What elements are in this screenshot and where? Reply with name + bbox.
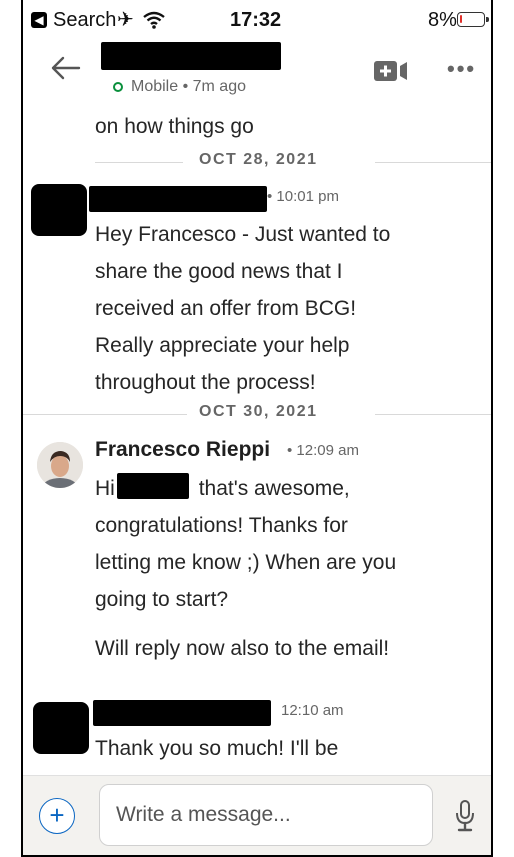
message-text: Hi that's awesome, congratulations! Than… [95, 470, 475, 667]
message-line: share the good news that I [95, 260, 343, 283]
back-app-icon[interactable]: ◀ [31, 12, 47, 28]
message: Francesco Rieppi • 12:09 am Hi that's aw… [23, 438, 491, 678]
message-line: Really appreciate your help [95, 334, 350, 357]
presence-status: Mobile • 7m ago [113, 78, 246, 96]
message-line: throughout the process! [95, 371, 316, 394]
date-separator: OCT 28, 2021 [23, 148, 491, 176]
message-timestamp: 12:10 am [281, 702, 344, 719]
avatar[interactable] [37, 442, 83, 488]
presence-text: Mobile • 7m ago [131, 78, 246, 95]
online-dot-icon [113, 82, 123, 92]
wifi-icon [143, 11, 165, 29]
message-input[interactable] [99, 784, 433, 846]
back-app-label[interactable]: Search [53, 9, 116, 32]
clock: 17:32 [230, 9, 282, 31]
airplane-icon: ✈ [117, 9, 134, 31]
phone-screen: ◀ Search ✈ 17:32 8% Mobile • 7m ago ••• … [21, 0, 493, 857]
video-call-icon[interactable] [373, 60, 409, 82]
date-label: OCT 28, 2021 [199, 151, 318, 168]
message-line: congratulations! Thanks for [95, 514, 348, 537]
greeting-continuation: that's awesome, [198, 477, 350, 500]
message-timestamp: • 10:01 pm [267, 188, 339, 205]
battery-level [460, 15, 462, 23]
message-timestamp: • 12:09 am [287, 442, 359, 459]
more-options-icon[interactable]: ••• [447, 56, 476, 82]
message-line: letting me know ;) When are you [95, 551, 397, 574]
contact-name-redacted[interactable] [101, 42, 281, 70]
date-label: OCT 30, 2021 [199, 403, 318, 420]
message: 12:10 am Thank you so much! I'll be [23, 698, 491, 775]
avatar-redacted[interactable] [33, 702, 89, 754]
back-arrow-icon[interactable] [47, 50, 83, 86]
sender-name[interactable]: Francesco Rieppi [95, 438, 270, 462]
sender-name-redacted[interactable] [89, 186, 267, 212]
add-attachment-button[interactable]: + [39, 798, 75, 834]
message-line: Will reply now also to the email! [95, 637, 390, 660]
sender-name-redacted[interactable] [93, 700, 271, 726]
recipient-name-redacted [116, 473, 189, 499]
conversation-header: Mobile • 7m ago ••• [23, 40, 491, 104]
message-line: Hey Francesco - Just wanted to [95, 223, 391, 246]
message-text: Thank you so much! I'll be [95, 730, 475, 767]
message-line: received an offer from BCG! [95, 297, 357, 320]
status-bar: ◀ Search ✈ 17:32 8% [23, 0, 491, 40]
battery-icon [457, 12, 489, 27]
avatar-redacted[interactable] [31, 184, 87, 236]
battery-percent: 8% [428, 9, 457, 31]
message: • 10:01 pm Hey Francesco - Just wanted t… [23, 184, 491, 414]
message-text: Hey Francesco - Just wanted to share the… [95, 216, 475, 401]
message-feed[interactable]: on how things go OCT 28, 2021 • 10:01 pm… [23, 104, 491, 775]
greeting: Hi [95, 477, 115, 500]
message-line: Hi that's awesome, [95, 470, 475, 507]
message-line: Thank you so much! I'll be [95, 737, 339, 760]
message-composer: + [23, 775, 491, 855]
message-line: going to start? [95, 588, 229, 611]
microphone-icon[interactable] [455, 800, 475, 832]
date-separator: OCT 30, 2021 [23, 400, 491, 428]
previous-message-fragment: on how things go [95, 115, 254, 138]
